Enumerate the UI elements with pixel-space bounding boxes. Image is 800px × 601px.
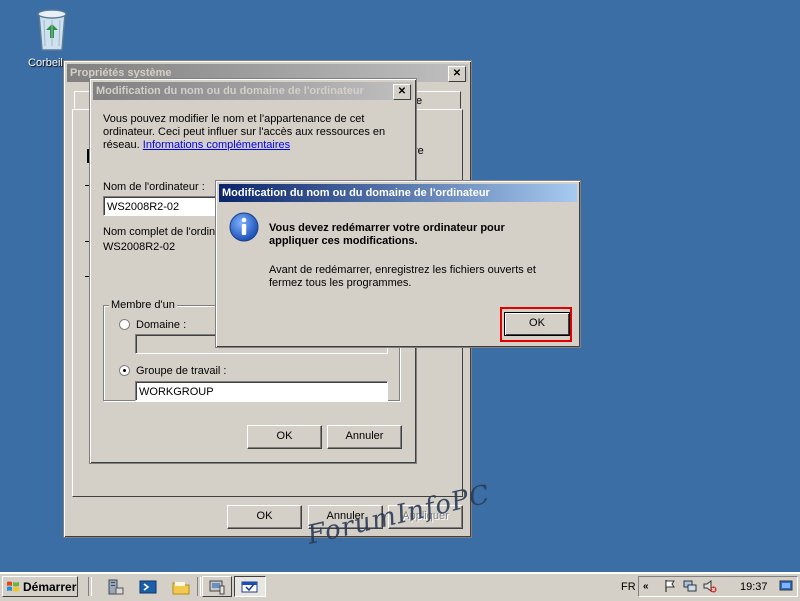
workgroup-input[interactable]: WORKGROUP bbox=[135, 381, 388, 401]
full-name-label: Nom complet de l'ordina bbox=[103, 226, 222, 238]
clock[interactable]: 19:37 bbox=[740, 581, 768, 594]
system-properties-task-icon bbox=[209, 580, 225, 595]
name-change-task-icon bbox=[241, 581, 258, 593]
server-manager-icon[interactable] bbox=[105, 577, 125, 597]
name-change-title: Modification du nom ou du domaine de l'o… bbox=[96, 85, 364, 97]
name-change-titlebar: Modification du nom ou du domaine de l'o… bbox=[93, 82, 413, 100]
recycle-bin-icon bbox=[37, 9, 67, 51]
taskbar-separator-2 bbox=[197, 577, 201, 596]
start-label: Démarrer bbox=[23, 580, 77, 594]
info-icon bbox=[229, 212, 259, 242]
name-change-cancel-button[interactable]: Annuler bbox=[327, 425, 402, 449]
more-info-link[interactable]: Informations complémentaires bbox=[143, 139, 290, 151]
system-properties-task-button[interactable] bbox=[202, 576, 232, 597]
restart-ok-button[interactable]: OK bbox=[504, 312, 570, 336]
intro-line-1: Vous pouvez modifier le nom et l'apparte… bbox=[103, 113, 365, 125]
volume-muted-icon[interactable] bbox=[703, 579, 717, 593]
language-indicator[interactable]: FR bbox=[621, 581, 636, 594]
name-change-task-button[interactable] bbox=[234, 576, 266, 597]
name-change-ok-button[interactable]: OK bbox=[247, 425, 322, 449]
intro-line-3: réseau. bbox=[103, 139, 140, 151]
workgroup-radio[interactable] bbox=[119, 365, 130, 376]
system-properties-close-button[interactable]: ✕ bbox=[448, 66, 466, 82]
restart-title: Modification du nom ou du domaine de l'o… bbox=[222, 187, 490, 199]
restart-detail-line-1: Avant de redémarrer, enregistrez les fic… bbox=[269, 264, 536, 276]
domain-label: Domaine : bbox=[136, 319, 187, 331]
member-of-label: Membre d'un bbox=[109, 299, 177, 312]
domain-radio[interactable] bbox=[119, 319, 130, 330]
taskbar-separator bbox=[88, 577, 92, 596]
restart-titlebar: Modification du nom ou du domaine de l'o… bbox=[219, 184, 577, 202]
intro-line-2: ordinateur. Ceci peut influer sur l'accè… bbox=[103, 126, 386, 138]
start-button[interactable]: Démarrer bbox=[2, 576, 78, 597]
restart-message-line-1: Vous devez redémarrer votre ordinateur p… bbox=[269, 222, 505, 234]
network-icon[interactable] bbox=[683, 579, 697, 593]
workgroup-label: Groupe de travail : bbox=[136, 365, 227, 377]
restart-message-line-2: appliquer ces modifications. bbox=[269, 235, 418, 247]
full-name-value: WS2008R2-02 bbox=[103, 241, 176, 253]
system-properties-ok-button[interactable]: OK bbox=[227, 505, 302, 529]
flag-icon[interactable] bbox=[663, 579, 677, 593]
notification-area: « 19:37 bbox=[638, 576, 798, 597]
explorer-icon[interactable] bbox=[171, 577, 191, 597]
name-change-close-button[interactable]: ✕ bbox=[393, 84, 411, 100]
restart-dialog: Modification du nom ou du domaine de l'o… bbox=[215, 180, 581, 348]
computer-name-label: Nom de l'ordinateur : bbox=[103, 181, 205, 193]
windows-logo-icon bbox=[7, 581, 19, 592]
powershell-icon[interactable] bbox=[138, 577, 158, 597]
tray-expand-icon[interactable]: « bbox=[643, 580, 649, 593]
show-desktop-icon[interactable] bbox=[779, 579, 793, 593]
intro-line-3-wrap: réseau. Informations complémentaires bbox=[103, 139, 290, 152]
taskbar: Démarrer FR « 19:37 bbox=[0, 572, 800, 601]
restart-detail-line-2: fermez tous les programmes. bbox=[269, 277, 412, 289]
